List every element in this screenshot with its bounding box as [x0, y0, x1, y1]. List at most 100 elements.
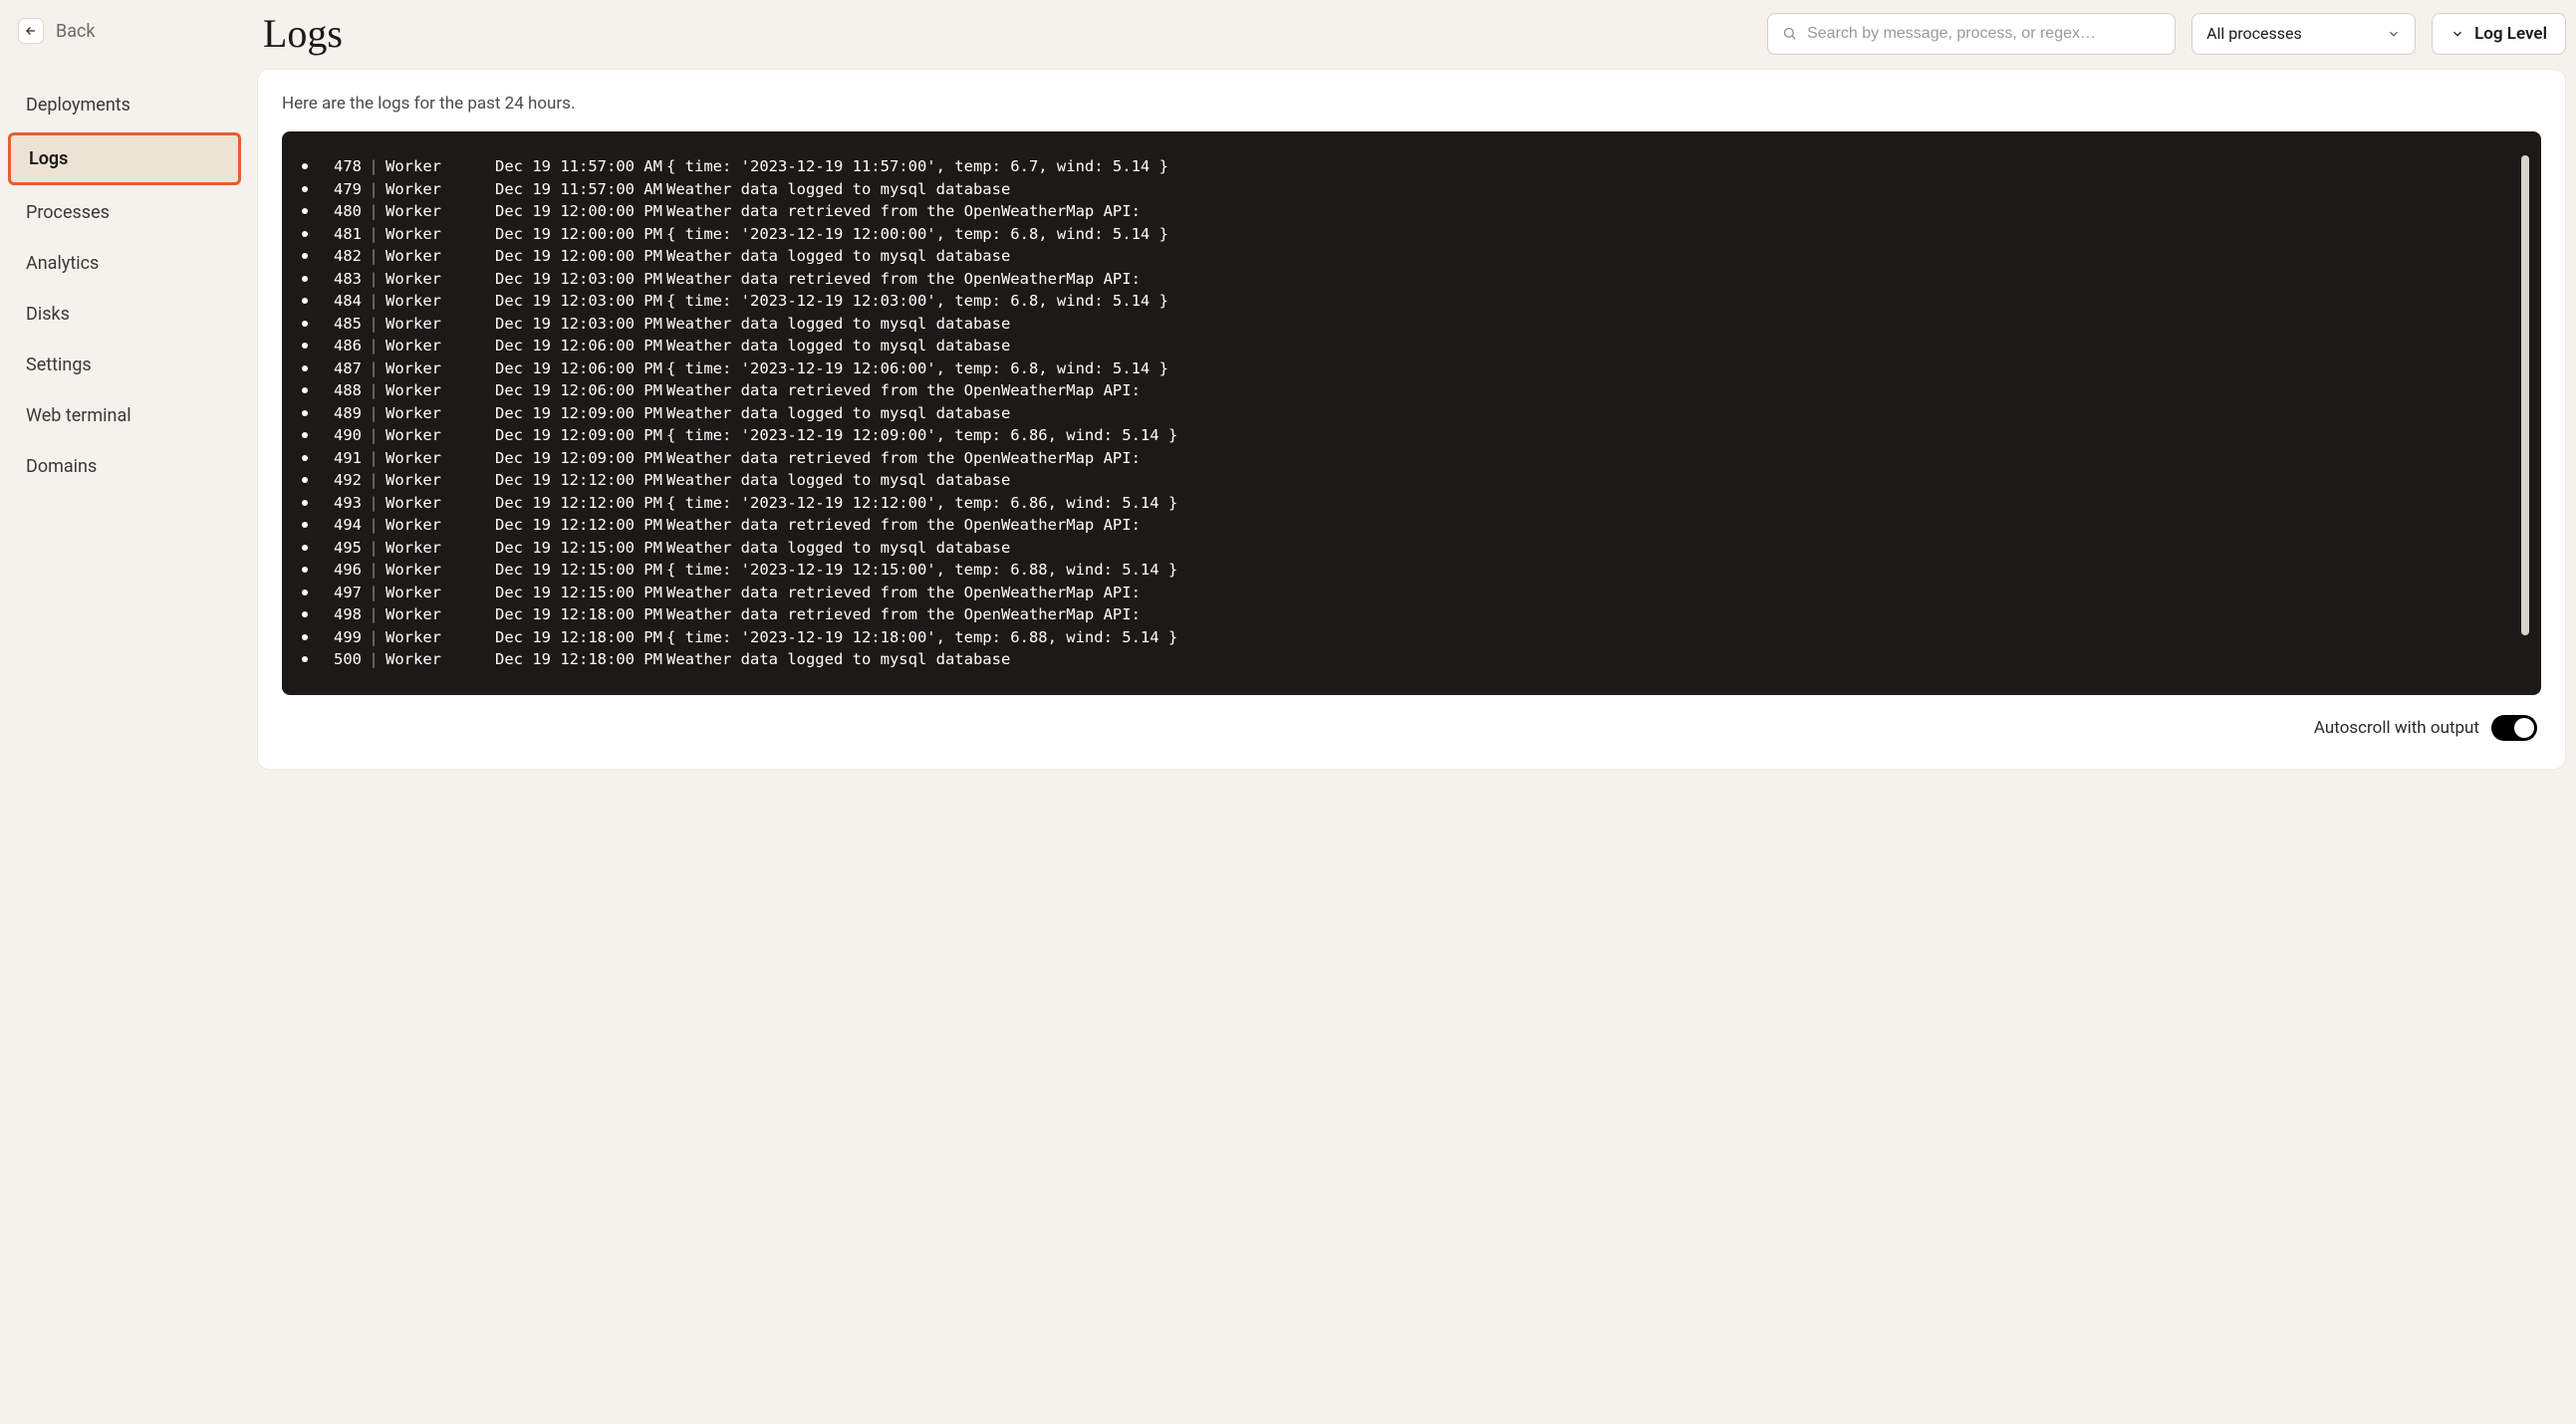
sidebar-item-processes[interactable]: Processes: [8, 189, 241, 236]
sidebar-item-deployments[interactable]: Deployments: [8, 82, 241, 128]
log-timestamp: Dec 19 12:15:00 PM: [495, 582, 666, 604]
log-line-number: 484: [320, 290, 362, 313]
log-process: Worker: [386, 200, 495, 223]
log-process: Worker: [386, 447, 495, 470]
sidebar-item-disks[interactable]: Disks: [8, 291, 241, 338]
log-process: Worker: [386, 582, 495, 604]
log-process: Worker: [386, 357, 495, 380]
back-arrow-icon[interactable]: [18, 18, 44, 44]
log-message: Weather data logged to mysql database: [666, 469, 1010, 492]
log-line: 495|WorkerDec 19 12:15:00 PMWeather data…: [302, 537, 2513, 560]
log-separator: |: [362, 537, 386, 560]
log-process: Worker: [386, 335, 495, 357]
log-level-button[interactable]: Log Level: [2432, 13, 2566, 55]
log-message: { time: '2023-12-19 12:03:00', temp: 6.8…: [666, 290, 1168, 313]
log-line-number: 494: [320, 514, 362, 537]
log-line: 478|WorkerDec 19 11:57:00 AM{ time: '202…: [302, 155, 2513, 178]
log-timestamp: Dec 19 12:00:00 PM: [495, 223, 666, 246]
log-timestamp: Dec 19 12:06:00 PM: [495, 335, 666, 357]
log-timestamp: Dec 19 12:09:00 PM: [495, 447, 666, 470]
log-dot-icon: [302, 432, 308, 438]
log-separator: |: [362, 626, 386, 649]
log-line-number: 489: [320, 402, 362, 425]
autoscroll-label: Autoscroll with output: [2314, 718, 2479, 738]
log-line: 484|WorkerDec 19 12:03:00 PM{ time: '202…: [302, 290, 2513, 313]
log-line: 479|WorkerDec 19 11:57:00 AMWeather data…: [302, 178, 2513, 201]
search-icon: [1782, 26, 1797, 41]
log-process: Worker: [386, 559, 495, 582]
log-separator: |: [362, 178, 386, 201]
log-line: 483|WorkerDec 19 12:03:00 PMWeather data…: [302, 268, 2513, 291]
log-message: { time: '2023-12-19 12:06:00', temp: 6.8…: [666, 357, 1168, 380]
log-dot-icon: [302, 545, 308, 551]
log-process: Worker: [386, 648, 495, 671]
autoscroll-toggle[interactable]: [2491, 715, 2537, 741]
log-dot-icon: [302, 186, 308, 192]
log-line-number: 487: [320, 357, 362, 380]
log-process: Worker: [386, 492, 495, 515]
log-separator: |: [362, 155, 386, 178]
log-timestamp: Dec 19 12:15:00 PM: [495, 559, 666, 582]
log-line-number: 498: [320, 603, 362, 626]
log-dot-icon: [302, 387, 308, 393]
log-message: Weather data logged to mysql database: [666, 402, 1010, 425]
search-box[interactable]: [1767, 13, 2176, 55]
log-dot-icon: [302, 253, 308, 259]
log-line: 500|WorkerDec 19 12:18:00 PMWeather data…: [302, 648, 2513, 671]
main: Logs All processes Log Level: [249, 0, 2576, 1424]
log-process: Worker: [386, 245, 495, 268]
log-terminal[interactable]: 478|WorkerDec 19 11:57:00 AM{ time: '202…: [282, 131, 2541, 695]
log-line-number: 492: [320, 469, 362, 492]
log-process: Worker: [386, 178, 495, 201]
sidebar-item-settings[interactable]: Settings: [8, 342, 241, 388]
sidebar: Back Deployments Logs Processes AnalyticsDi…: [0, 0, 249, 1424]
log-line-number: 496: [320, 559, 362, 582]
scrollbar[interactable]: [2521, 155, 2529, 635]
log-separator: |: [362, 648, 386, 671]
log-dot-icon: [302, 567, 308, 573]
autoscroll-row: Autoscroll with output: [282, 695, 2541, 745]
log-separator: |: [362, 200, 386, 223]
log-separator: |: [362, 424, 386, 447]
search-input[interactable]: [1807, 25, 2161, 43]
log-line-number: 488: [320, 379, 362, 402]
info-text: Here are the logs for the past 24 hours.: [282, 94, 2541, 114]
log-message: { time: '2023-12-19 11:57:00', temp: 6.7…: [666, 155, 1168, 178]
sidebar-nav: Deployments Logs Processes AnalyticsDisksSe…: [8, 82, 241, 490]
log-process: Worker: [386, 603, 495, 626]
log-timestamp: Dec 19 12:12:00 PM: [495, 492, 666, 515]
log-line: 492|WorkerDec 19 12:12:00 PMWeather data…: [302, 469, 2513, 492]
sidebar-item-web-terminal[interactable]: Web terminal: [8, 392, 241, 439]
content-card: Here are the logs for the past 24 hours.…: [257, 69, 2566, 770]
log-message: Weather data logged to mysql database: [666, 178, 1010, 201]
log-line-number: 486: [320, 335, 362, 357]
sidebar-item-label: Processes: [26, 202, 110, 223]
chevron-down-icon: [2450, 27, 2464, 41]
process-filter-select[interactable]: All processes: [2191, 13, 2416, 55]
sidebar-item-label: Logs: [29, 148, 68, 169]
log-line-number: 481: [320, 223, 362, 246]
log-line: 493|WorkerDec 19 12:12:00 PM{ time: '202…: [302, 492, 2513, 515]
sidebar-item-analytics[interactable]: Analytics: [8, 240, 241, 287]
log-dot-icon: [302, 208, 308, 214]
log-timestamp: Dec 19 12:12:00 PM: [495, 469, 666, 492]
log-separator: |: [362, 469, 386, 492]
log-line: 498|WorkerDec 19 12:18:00 PMWeather data…: [302, 603, 2513, 626]
back-button[interactable]: Back: [8, 10, 241, 52]
log-line-number: 483: [320, 268, 362, 291]
log-process: Worker: [386, 402, 495, 425]
log-line-number: 499: [320, 626, 362, 649]
log-process: Worker: [386, 379, 495, 402]
log-line-number: 493: [320, 492, 362, 515]
log-timestamp: Dec 19 12:03:00 PM: [495, 313, 666, 336]
log-line-number: 478: [320, 155, 362, 178]
sidebar-item-domains[interactable]: Domains: [8, 443, 241, 490]
log-timestamp: Dec 19 12:00:00 PM: [495, 245, 666, 268]
log-dot-icon: [302, 611, 308, 617]
log-message: Weather data logged to mysql database: [666, 537, 1010, 560]
log-dot-icon: [302, 343, 308, 349]
log-separator: |: [362, 582, 386, 604]
sidebar-item-logs[interactable]: Logs: [8, 132, 241, 185]
log-timestamp: Dec 19 12:18:00 PM: [495, 626, 666, 649]
log-dot-icon: [302, 477, 308, 483]
